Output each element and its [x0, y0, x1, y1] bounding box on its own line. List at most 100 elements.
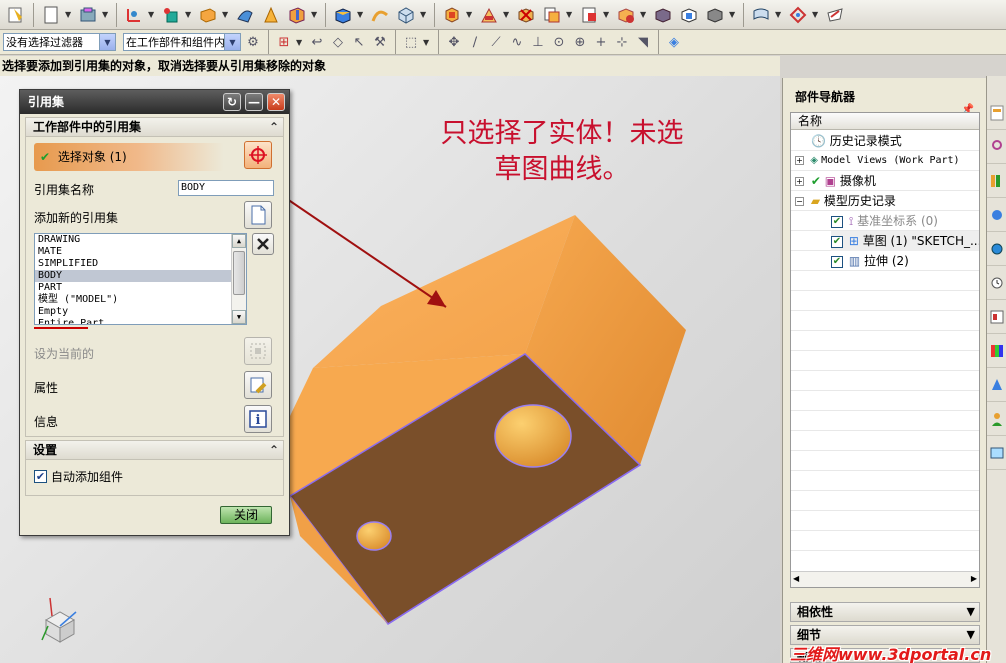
- column-header-name[interactable]: 名称: [791, 113, 979, 130]
- new-file-icon[interactable]: [39, 3, 63, 27]
- tree-item-sketch[interactable]: ✔ ⊞ 草图 (1) "SKETCH_...: [831, 231, 979, 251]
- snap-point-icon[interactable]: ⊞: [275, 33, 293, 51]
- expand-icon[interactable]: +: [795, 177, 804, 186]
- chevron-down-icon[interactable]: ▼: [566, 10, 575, 19]
- roles-icon[interactable]: [987, 402, 1006, 436]
- auto-add-components-row[interactable]: ✔ 自动添加组件: [34, 468, 123, 485]
- start-icon[interactable]: [4, 3, 28, 27]
- chevron-down-icon[interactable]: ▼: [603, 10, 612, 19]
- close-button[interactable]: 关闭: [220, 506, 272, 524]
- tree-item-history-mode[interactable]: 🕓 历史记录模式: [811, 131, 902, 151]
- surface-icon[interactable]: [749, 3, 773, 27]
- reuse-library-icon[interactable]: [987, 164, 1006, 198]
- chevron-down-icon[interactable]: ▼: [102, 10, 111, 19]
- minimize-icon[interactable]: —: [245, 93, 263, 111]
- snap-center-icon[interactable]: ⊙: [550, 33, 568, 51]
- show-icon[interactable]: [677, 3, 701, 27]
- select-icon[interactable]: ↖: [350, 33, 368, 51]
- navigator-hscrollbar[interactable]: ◀ ▶: [791, 571, 979, 587]
- chevron-down-icon[interactable]: ▼: [423, 38, 432, 47]
- block-icon[interactable]: [196, 3, 220, 27]
- chevron-down-icon[interactable]: ▼: [148, 10, 157, 19]
- snap-face-icon[interactable]: ◥: [634, 33, 652, 51]
- snap-pole-icon[interactable]: ⊹: [613, 33, 631, 51]
- undo-select-icon[interactable]: ↩: [308, 33, 326, 51]
- scope-dropdown[interactable]: 在工作部件和组件内 ▼: [123, 33, 241, 51]
- chevron-down-icon[interactable]: ▼: [296, 38, 305, 47]
- chevron-down-icon[interactable]: ▼: [812, 10, 821, 19]
- hammer-icon[interactable]: ⚒: [371, 33, 389, 51]
- tree-item-datum-csys[interactable]: ✔ ⟟ 基准坐标系 (0): [831, 211, 938, 231]
- visibility-checkbox[interactable]: ✔: [831, 235, 843, 248]
- snap-endpoint-icon[interactable]: ✥: [445, 33, 463, 51]
- component-filter-icon[interactable]: ⚙: [244, 33, 262, 51]
- chevron-down-icon[interactable]: ▼: [65, 10, 74, 19]
- feature-icon[interactable]: [285, 3, 309, 27]
- curve-icon[interactable]: [368, 3, 392, 27]
- chevron-down-icon[interactable]: ▼: [222, 10, 231, 19]
- delete-icon[interactable]: [514, 3, 538, 27]
- analysis-icon[interactable]: [786, 3, 810, 27]
- edit-surface-icon[interactable]: [823, 3, 847, 27]
- chevron-down-icon[interactable]: ▼: [357, 10, 366, 19]
- select-object-row[interactable]: ✔ 选择对象 (1): [34, 143, 224, 171]
- assembly-icon[interactable]: [159, 3, 183, 27]
- sweep-icon[interactable]: [233, 3, 257, 27]
- chevron-down-icon[interactable]: ▼: [729, 10, 738, 19]
- refsets-group-header[interactable]: 工作部件中的引用集 ⌃: [25, 117, 284, 137]
- system-materials-icon[interactable]: [987, 300, 1006, 334]
- chevron-down-icon[interactable]: ▼: [311, 10, 320, 19]
- reset-icon[interactable]: ↻: [223, 93, 241, 111]
- info-button[interactable]: i: [244, 405, 272, 433]
- snap-intersection-icon[interactable]: ⊥: [529, 33, 547, 51]
- edit-object-icon[interactable]: [440, 3, 464, 27]
- visibility-checkbox[interactable]: ✔: [831, 255, 843, 268]
- add-refset-button[interactable]: [244, 201, 272, 229]
- web-browser-icon[interactable]: [987, 232, 1006, 266]
- refset-list-item[interactable]: MATE: [35, 246, 246, 258]
- refset-name-field[interactable]: BODY: [178, 180, 274, 196]
- scroll-right-icon[interactable]: ▶: [971, 574, 977, 583]
- close-icon[interactable]: ✕: [267, 93, 285, 111]
- dialog-titlebar[interactable]: 引用集 ↻ — ✕: [20, 90, 289, 114]
- history-icon[interactable]: [987, 266, 1006, 300]
- scroll-down-icon[interactable]: ▼: [232, 310, 246, 324]
- system-scenes-icon[interactable]: [987, 436, 1006, 470]
- refset-list[interactable]: DRAWING MATE SIMPLIFIED BODY PART 模型 ("MODEL"…: [34, 233, 247, 325]
- tree-item-extrude[interactable]: ✔ ▥ 拉伸 (2): [831, 251, 909, 271]
- wcs-icon[interactable]: [122, 3, 146, 27]
- snap-midpoint-icon[interactable]: ⟋: [487, 33, 505, 51]
- delete-refset-button[interactable]: [252, 233, 274, 255]
- snap-curve-icon[interactable]: ∿: [508, 33, 526, 51]
- constraint-navigator-icon[interactable]: [987, 130, 1006, 164]
- extrude-icon[interactable]: [259, 3, 283, 27]
- tree-item-model-views[interactable]: + ◈ Model Views (Work Part): [795, 151, 960, 171]
- assembly-navigator-icon[interactable]: [987, 96, 1006, 130]
- refset-list-item[interactable]: SIMPLIFIED: [35, 258, 246, 270]
- transform-icon[interactable]: [614, 3, 638, 27]
- settings-group-header[interactable]: 设置 ⌃: [25, 440, 284, 460]
- body-filter-icon[interactable]: ◈: [665, 33, 683, 51]
- refset-list-item[interactable]: DRAWING: [35, 234, 246, 246]
- snap-line-icon[interactable]: ∕: [466, 33, 484, 51]
- solid-icon[interactable]: [331, 3, 355, 27]
- refset-list-item[interactable]: BODY: [35, 270, 246, 282]
- selection-filter-dropdown[interactable]: 没有选择过滤器 ▼: [3, 33, 116, 51]
- properties-button[interactable]: [244, 371, 272, 399]
- scroll-up-icon[interactable]: ▲: [232, 234, 246, 248]
- hide-icon[interactable]: [703, 3, 727, 27]
- visualization-icon[interactable]: [987, 334, 1006, 368]
- paste-icon[interactable]: [577, 3, 601, 27]
- triangle-icon[interactable]: [477, 3, 501, 27]
- copy-icon[interactable]: [540, 3, 564, 27]
- refset-list-item[interactable]: Entire Part: [35, 318, 246, 324]
- refset-list-item[interactable]: 模型 ("MODEL"): [35, 294, 246, 306]
- chevron-down-icon[interactable]: ▼: [185, 10, 194, 19]
- chevron-down-icon[interactable]: ▼: [775, 10, 784, 19]
- chevron-down-icon[interactable]: ▼: [466, 10, 475, 19]
- scroll-thumb[interactable]: [233, 251, 245, 295]
- auto-add-checkbox[interactable]: ✔: [34, 470, 47, 483]
- snap-existing-icon[interactable]: +: [592, 33, 610, 51]
- chevron-down-icon[interactable]: ▼: [503, 10, 512, 19]
- visibility-checkbox[interactable]: ✔: [831, 215, 843, 228]
